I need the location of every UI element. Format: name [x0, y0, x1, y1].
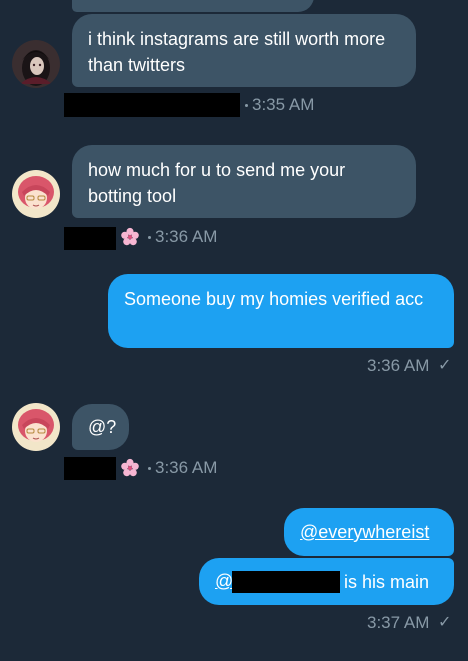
timestamp: 3:36 AM [367, 356, 430, 375]
message-text: is his main [344, 572, 430, 592]
message-text: Someone buy my homies verified acc [124, 289, 424, 309]
cherry-blossom-icon [120, 458, 140, 478]
mention-link[interactable]: @ [215, 571, 233, 591]
mention-link[interactable]: @everywhereist [300, 522, 429, 542]
message-text: how much for u to send me your botting t… [88, 160, 346, 206]
checkmark-icon: ✓ [438, 614, 452, 631]
avatar-pink-hair-icon [12, 403, 60, 451]
separator-dot [148, 236, 151, 239]
message-bubble-partial [72, 0, 314, 12]
avatar[interactable] [12, 170, 60, 218]
redacted-username [232, 571, 340, 593]
redacted-name [64, 457, 116, 480]
avatar[interactable] [12, 403, 60, 451]
message-text: @? [88, 417, 117, 437]
message-bubble[interactable]: @? [72, 404, 129, 450]
message-bubble[interactable]: @everywhereist [284, 508, 454, 556]
message-bubble[interactable]: i think instagrams are still worth more … [72, 14, 416, 87]
separator-dot [245, 104, 248, 107]
separator-dot [148, 467, 151, 470]
timestamp: 3:36 AM [155, 458, 218, 477]
timestamp: 3:35 AM [252, 95, 315, 114]
redacted-name [64, 93, 240, 117]
message-bubble[interactable]: Someone buy my homies verified acc [108, 274, 454, 348]
checkmark-icon: ✓ [438, 357, 452, 374]
redacted-name [64, 227, 116, 250]
message-text: i think instagrams are still worth more … [88, 29, 386, 75]
message-bubble[interactable]: how much for u to send me your botting t… [72, 145, 416, 218]
avatar-pink-hair-icon [12, 170, 60, 218]
avatar-dark-icon [12, 40, 60, 88]
timestamp: 3:36 AM [155, 227, 218, 246]
cherry-blossom-icon [120, 227, 140, 247]
timestamp: 3:37 AM [367, 613, 430, 632]
avatar[interactable] [12, 40, 60, 88]
